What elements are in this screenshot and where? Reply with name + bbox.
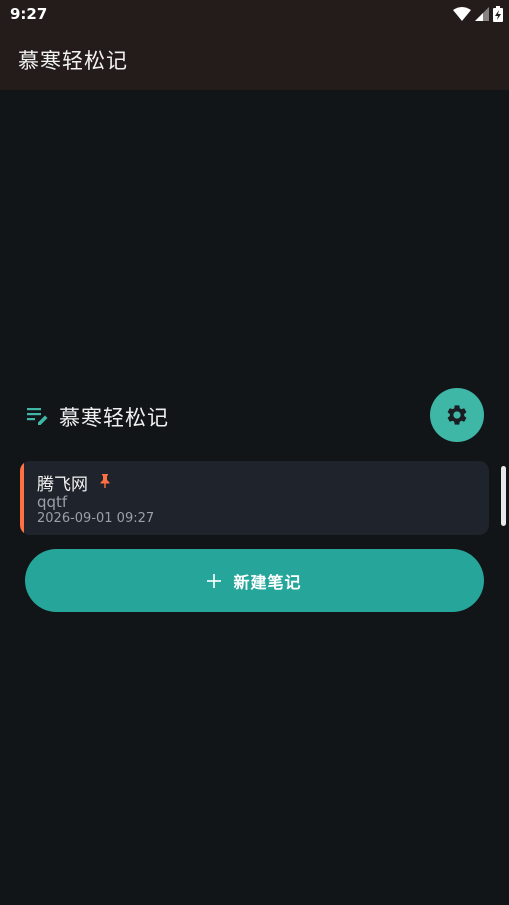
app-bar: 慕寒轻松记	[0, 28, 509, 90]
pin-icon	[100, 474, 110, 488]
status-icons	[453, 5, 503, 23]
status-time: 9:27	[10, 5, 48, 23]
battery-charging-icon	[493, 6, 503, 22]
note-title: 腾飞网	[37, 475, 88, 495]
settings-button[interactable]	[430, 388, 484, 442]
scrollbar-thumb[interactable]	[501, 466, 506, 526]
status-bar: 9:27	[0, 0, 509, 28]
new-note-button[interactable]: 新建笔记	[25, 549, 484, 612]
note-date: 2026-09-01 09:27	[37, 511, 155, 526]
plus-icon	[207, 573, 222, 588]
gear-icon	[447, 405, 467, 425]
wifi-icon	[453, 7, 471, 21]
pinned-accent-bar	[20, 461, 24, 535]
section-header: 慕寒轻松记	[26, 388, 484, 444]
app-title: 慕寒轻松记	[18, 49, 128, 73]
note-preview: qqtf	[37, 493, 68, 511]
signal-icon	[475, 7, 489, 21]
new-note-label: 新建笔记	[233, 572, 302, 592]
header-title: 慕寒轻松记	[59, 406, 169, 430]
notes-edit-icon	[27, 408, 48, 425]
note-card[interactable]: 腾飞网 qqtf 2026-09-01 09:27	[20, 461, 489, 535]
